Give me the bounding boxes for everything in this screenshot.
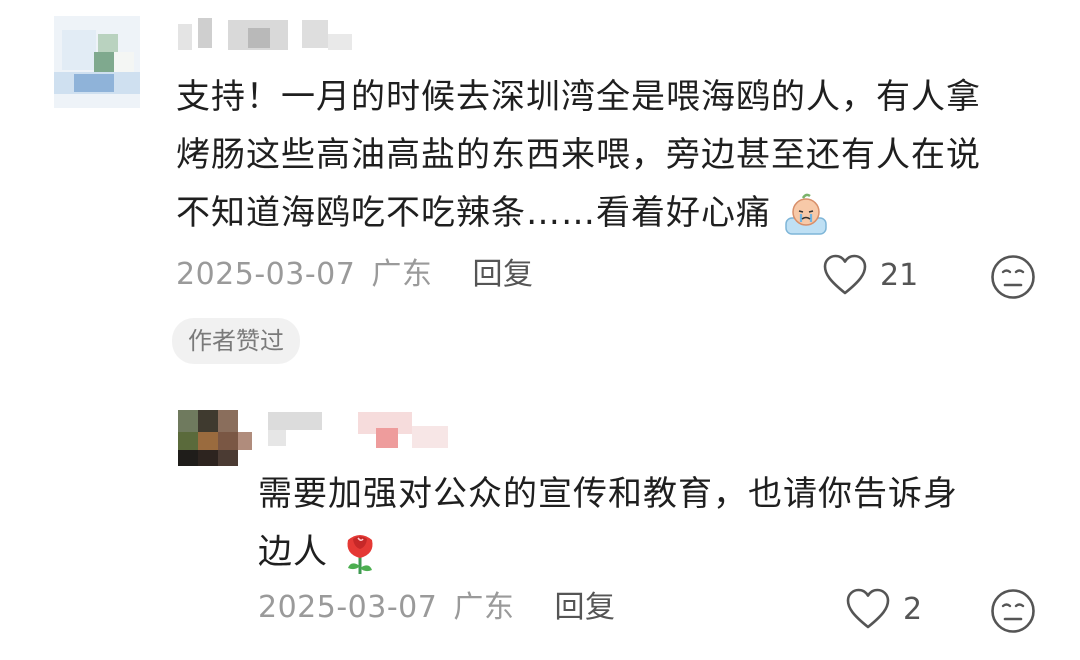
comment-line: 烤肠这些高油高盐的东西来喂，旁边甚至还有人在说 xyxy=(176,135,981,175)
comment-text: 需要加强对公众的宣传和教育，也请你告诉身 边人 xyxy=(258,465,1038,581)
comment-date: 2025-03-07 xyxy=(176,257,356,292)
heart-outline-icon xyxy=(822,253,868,297)
rose-emoji xyxy=(340,530,380,578)
neutral-face-icon[interactable] xyxy=(990,588,1036,634)
reply-button[interactable]: 回复 xyxy=(554,590,615,625)
comment-location: 广东 xyxy=(453,590,515,625)
comment-location: 广东 xyxy=(371,257,433,292)
like-button[interactable]: 21 xyxy=(822,252,918,298)
like-count: 21 xyxy=(880,257,919,293)
comment-text: 支持！一月的时候去深圳湾全是喂海鸥的人，有人拿 烤肠这些高油高盐的东西来喂，旁边… xyxy=(176,68,1056,242)
author-liked-badge: 作者赞过 xyxy=(172,318,300,364)
crying-face-emoji xyxy=(783,192,829,238)
comment-line: 需要加强对公众的宣传和教育，也请你告诉身 xyxy=(258,474,958,514)
comment-line: 支持！一月的时候去深圳湾全是喂海鸥的人，有人拿 xyxy=(176,77,981,117)
comment-meta: 2025-03-07 广东 回复 xyxy=(258,588,615,628)
like-button[interactable]: 2 xyxy=(845,586,922,632)
avatar[interactable] xyxy=(54,16,140,108)
comment-line: 不知道海鸥吃不吃辣条……看着好心痛 xyxy=(176,184,1056,242)
reply-button[interactable]: 回复 xyxy=(472,257,533,292)
comment-meta: 2025-03-07 广东 回复 xyxy=(176,255,533,295)
neutral-face-icon[interactable] xyxy=(990,254,1036,300)
heart-outline-icon xyxy=(845,587,891,631)
comment-date: 2025-03-07 xyxy=(258,590,438,625)
avatar[interactable] xyxy=(178,410,252,466)
like-count: 2 xyxy=(903,591,923,627)
username[interactable] xyxy=(178,18,358,54)
comment-line: 边人 xyxy=(258,523,1038,581)
username[interactable] xyxy=(268,412,458,452)
